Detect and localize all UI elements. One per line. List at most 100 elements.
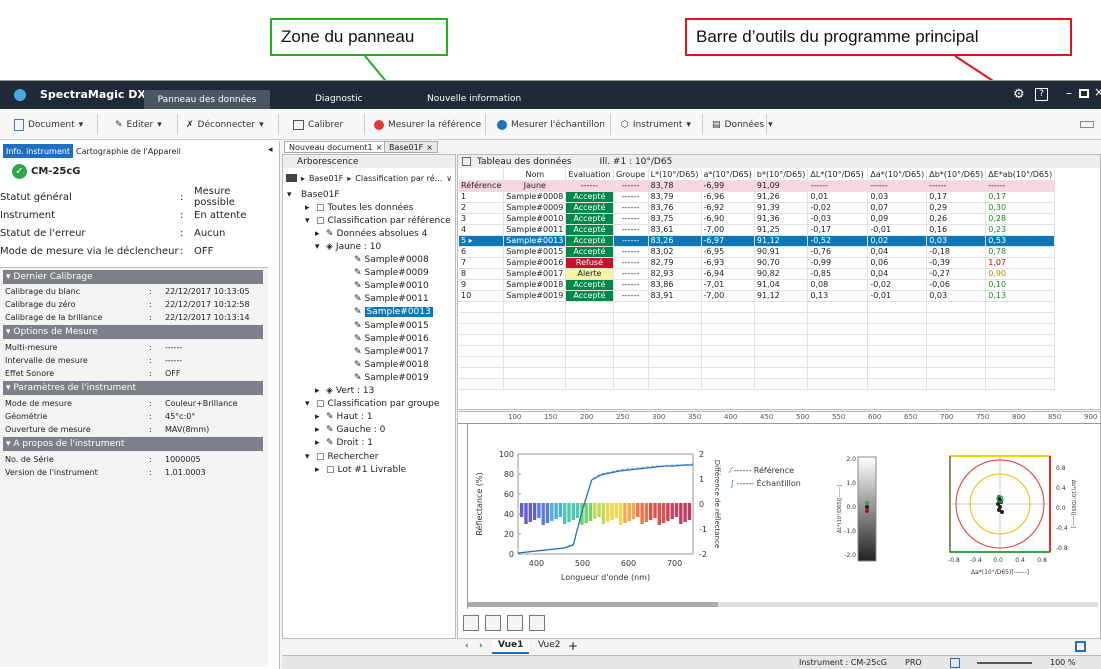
tree-item[interactable]: ▸ ✎ Haut : 1 [315,411,373,424]
column-header[interactable]: Δb*(10°/D65) [926,169,987,181]
table-row[interactable]: 8 Sample#0017 Alerte ------ 82,93 -6,94 90,82-… [459,268,1056,280]
table-row[interactable]: 9 Sample#0018 Accepté ------ 83,86 -7,01 91,04… [459,279,1056,291]
layout-toggle-icon[interactable] [1080,121,1094,128]
tree-item[interactable]: ▸ ✎ Données absolues 4 [315,227,427,240]
help-icon[interactable]: ? [1035,88,1048,101]
tree-item[interactable]: ✎ Sample#0008 [343,254,429,267]
close-icon[interactable]: × [1094,85,1101,99]
tree-item[interactable]: ✎ Sample#0010 [343,280,429,293]
tab-instrument-info[interactable]: Info. instrument [3,144,73,158]
measure-sample-button[interactable]: Mesurer l'échantillon [497,115,605,134]
table-row[interactable]: 5 ▸ Sample#0013 Accepté ------ 83,26 -6,97 91,… [459,235,1056,247]
column-header[interactable]: Evaluation [565,169,614,181]
data-button[interactable]: ▤ Données ▾ [712,115,773,134]
expand-icon[interactable]: ▸ [315,229,323,239]
table-row[interactable]: 6 Sample#0015 Accepté ------ 83,02 -6,95 90,91… [459,246,1056,258]
column-header[interactable] [459,169,505,181]
table-row[interactable]: 7 Sample#0016 Refusé ------ 82,79 -6,93 90,70-… [459,257,1056,269]
table-row[interactable]: 2 Sample#0009 Accepté ------ 83,76 -6,92 91,39… [459,202,1056,214]
reference-row[interactable]: Référence Jaune ------ ------ 83,78 -6,99 91,0… [459,180,1056,192]
nav-right-icon[interactable]: › [479,641,483,651]
add-view-button[interactable]: + [568,639,578,653]
column-header[interactable]: a*(10°/D65) [701,169,755,181]
tree-item[interactable]: ✎ Sample#0015 [343,319,429,332]
table-row[interactable]: 1 Sample#0008 Accepté ------ 83,79 -6,96 91,26… [459,191,1056,203]
measure-reference-button[interactable]: Mesurer la référence [374,115,481,134]
doc-tab-base01f[interactable]: Base01F × [384,141,438,153]
expand-icon[interactable]: ▸ [315,465,323,475]
table-row[interactable]: 4 Sample#0011 Accepté ------ 83,61 -7,00 91,25… [459,224,1056,236]
breadcrumb-item[interactable]: Base01F [309,174,343,183]
section-header-measurement-options[interactable]: ▾ Options de Mesure [3,325,263,339]
tree-item[interactable]: ✎ Sample#0017 [343,345,429,358]
section-header-about[interactable]: ▾ A propos de l'instrument [3,437,263,451]
expand-icon[interactable]: ▸ [315,438,323,448]
disconnect-button[interactable]: ✗ Déconnecter ▾ [186,115,264,134]
collapse-panel-icon[interactable]: ◂ [268,145,273,155]
panel-layout-icon[interactable] [1075,641,1086,652]
grid-icon[interactable] [950,658,960,668]
expand-icon[interactable]: ▸ [315,386,323,396]
calibrate-button[interactable]: Calibrer [293,115,343,134]
expand-icon[interactable]: ▸ [315,425,323,435]
column-header[interactable]: Groupe [613,169,649,181]
tree-item[interactable]: ▸ ✎ Droit : 1 [315,437,373,450]
tree-item[interactable]: ▾ ▢ Rechercher [305,450,378,463]
tab-diagnostic[interactable]: Diagnostic [315,94,363,104]
nav-left-icon[interactable]: ‹ [465,641,469,651]
expand-icon[interactable]: ▾ [287,190,295,200]
tree-item[interactable]: ✎ Sample#0018 [343,358,429,371]
column-header[interactable]: Nom [503,169,567,181]
tree-item[interactable]: ✎ Sample#0013 [343,306,433,319]
tree-item[interactable]: ▾ Base01F [287,188,340,201]
instrument-button[interactable]: ⬡ Instrument ▾ [621,115,691,134]
document-button[interactable]: Document ▾ [14,115,83,134]
scrollbar-horizontal[interactable] [468,602,1098,607]
expand-icon[interactable]: ▾ [305,399,313,409]
section-header-calibration[interactable]: ▾ Dernier Calibrage [3,270,263,284]
add-view-icon[interactable] [529,615,545,631]
minimize-icon[interactable]: – [1066,86,1072,100]
close-icon[interactable]: × [376,143,383,152]
view-tab-vue1[interactable]: Vue1 [492,640,530,654]
zoom-slider[interactable] [977,662,1032,664]
breadcrumb-item[interactable]: Classification par ré... [355,174,442,183]
expand-icon[interactable]: ▸ [315,412,323,422]
chart-view-icon[interactable] [485,615,501,631]
close-icon[interactable]: × [426,143,433,152]
tree-item[interactable]: ▸ ▢ Lot #1 Livrable [315,463,406,476]
tree-item[interactable]: ✎ Sample#0016 [343,332,429,345]
tab-new-info[interactable]: Nouvelle information [427,94,521,104]
view-tab-vue2[interactable]: Vue2 [532,640,567,654]
tree-item[interactable]: ▾ ▢ Classification par référence [305,214,451,227]
expand-icon[interactable]: ▾ [315,242,323,252]
tree-breadcrumb[interactable]: ▸ Base01F ▸ Classification par ré... ∨ [286,171,454,185]
expand-icon[interactable]: ▾ [305,216,313,226]
tree-item[interactable]: ✎ Sample#0019 [343,371,429,384]
column-header[interactable]: L*(10°/D65) [648,169,702,181]
gear-icon[interactable]: ⚙ [1013,87,1025,102]
tree-item[interactable]: ✎ Sample#0011 [343,293,429,306]
section-header-instrument-params[interactable]: ▾ Paramètres de l'instrument [3,381,263,395]
tree-item[interactable]: ▸ ✎ Gauche : 0 [315,424,385,437]
edit-button[interactable]: ✎ Editer ▾ [115,115,162,134]
table-row[interactable]: 10 Sample#0019 Accepté ------ 83,91 -7,00 91,1… [459,290,1056,302]
table-row[interactable]: 3 Sample#0010 Accepté ------ 83,75 -6,90 91,36… [459,213,1056,225]
spectral-view-icon[interactable] [463,615,479,631]
tree-item[interactable]: ▸ ◈ Vert : 13 [315,385,374,398]
scrollbar-thumb[interactable] [468,602,718,607]
tree-item[interactable]: ▸ ▢ Toutes les données [305,201,413,214]
tree-item[interactable]: ✎ Sample#0009 [343,267,429,280]
column-header[interactable]: ΔL*(10°/D65) [807,169,869,181]
expand-icon[interactable]: ▾ [305,452,313,462]
tab-device-map[interactable]: Cartographie de l'Appareil [76,144,181,158]
expand-icon[interactable]: ▸ [305,203,313,213]
column-header[interactable]: b*(10°/D65) [754,169,809,181]
tab-data-panel[interactable]: Panneau des données [144,90,270,109]
restore-icon[interactable] [1079,89,1089,98]
column-header[interactable]: ΔE*ab(10°/D65) [985,169,1056,181]
tree-item[interactable]: ▾ ◈ Jaune : 10 [315,240,381,253]
column-header[interactable]: Δa*(10°/D65) [867,169,928,181]
grid-view-icon[interactable] [507,615,523,631]
doc-tab-new-document[interactable]: Nouveau document1 × [284,141,388,153]
